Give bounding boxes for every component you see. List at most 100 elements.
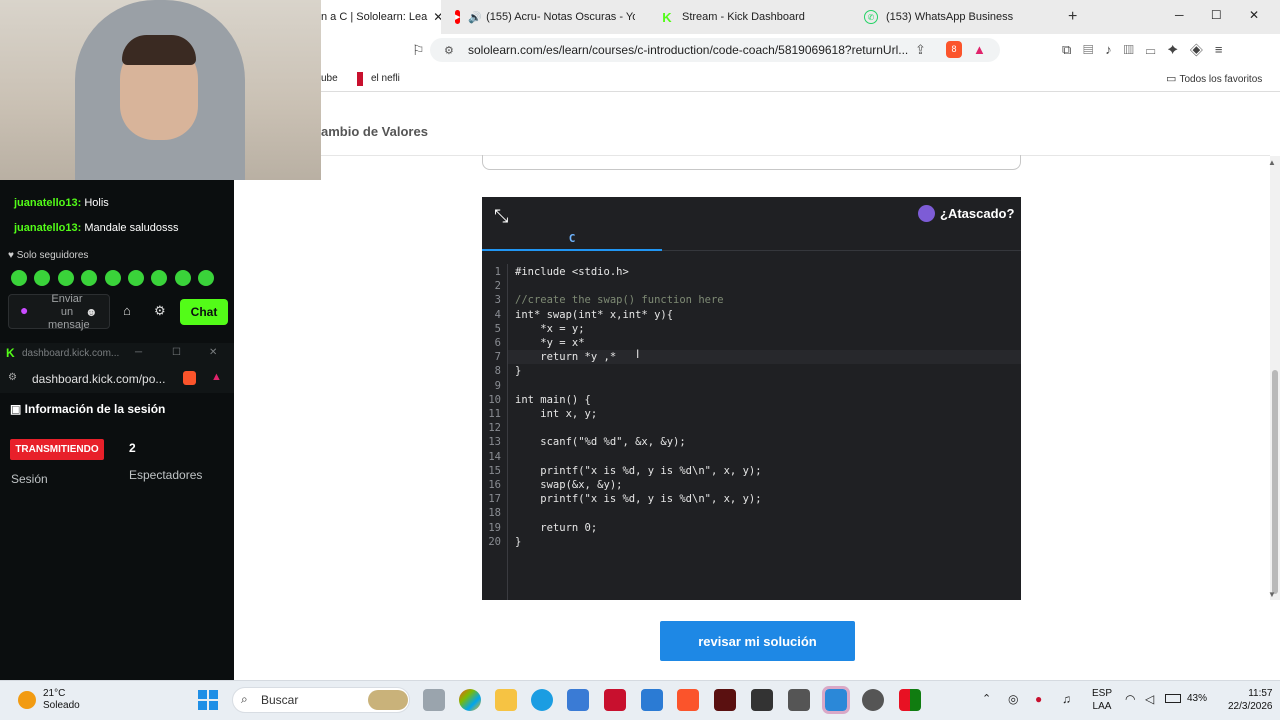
minimize-icon[interactable]: ─ [135, 347, 142, 358]
close-window-icon[interactable]: ✕ [1249, 8, 1259, 22]
brave-shield-icon[interactable]: 8 [946, 41, 962, 58]
chat-username[interactable]: juanatello13: [14, 197, 81, 209]
new-tab-button[interactable]: + [1068, 8, 1077, 26]
code-line[interactable]: swap(&x, &y); [515, 478, 622, 492]
app-icon[interactable] [862, 689, 884, 711]
code-line[interactable]: *x = y; [515, 322, 584, 336]
site-info-icon[interactable]: ⚙ [8, 372, 17, 383]
bookmark-item[interactable]: el nefli [371, 73, 400, 84]
brave-shield-icon[interactable] [183, 371, 196, 385]
menu-icon[interactable]: ≡ [1215, 42, 1235, 57]
microphone-icon[interactable]: ♫ [1062, 692, 1071, 706]
code-line[interactable]: *y = x* [515, 336, 584, 350]
tab-sololearn[interactable]: n a C | Sololearn: Lea ✕ [321, 0, 441, 34]
brave-icon[interactable] [677, 689, 699, 711]
windows-start-icon[interactable] [198, 690, 218, 710]
share-icon[interactable]: ⇪ [915, 42, 926, 58]
code-line[interactable]: printf("x is %d, y is %d\n", x, y); [515, 492, 761, 506]
taskbar-search[interactable]: ⌕ Buscar [232, 687, 410, 713]
stuck-button[interactable]: ¿Atascado? [918, 205, 1014, 222]
emote-icon[interactable] [198, 270, 214, 286]
emote-icon[interactable] [34, 270, 50, 286]
emote-icon[interactable] [81, 270, 97, 286]
code-line[interactable]: return *y ,* [515, 350, 616, 364]
wallet-icon[interactable]: ▭ [1146, 42, 1168, 57]
code-line[interactable]: int x, y; [515, 407, 597, 421]
leo-icon[interactable]: ✦ [1168, 42, 1190, 57]
emote-icon[interactable] [175, 270, 191, 286]
mini-window-address[interactable]: ⚙ dashboard.kick.com/po... ▲ [0, 365, 234, 393]
app-icon[interactable] [822, 686, 850, 714]
panel-icon[interactable]: ▥ [1124, 42, 1146, 57]
copilot-icon[interactable] [459, 689, 481, 711]
app-icon[interactable] [788, 689, 810, 711]
code-line[interactable]: printf("x is %d, y is %d\n", x, y); [515, 464, 761, 478]
edge-icon[interactable] [531, 689, 553, 711]
weather-widget[interactable]: 21°C Soleado [18, 688, 80, 712]
tray-icon[interactable]: ◎ [1008, 692, 1018, 706]
brave-rewards-icon[interactable]: ▲ [211, 371, 222, 383]
code-line[interactable]: scanf("%d %d", &x, &y); [515, 435, 685, 449]
close-icon[interactable]: ✕ [209, 347, 217, 358]
mcafee-icon[interactable] [604, 689, 626, 711]
vpn-icon[interactable]: ◈ [1190, 42, 1215, 57]
store-icon[interactable] [567, 689, 589, 711]
emote-icon[interactable] [128, 270, 144, 286]
scroll-up-icon[interactable]: ▲ [1268, 158, 1276, 167]
page-scrollbar[interactable] [1270, 156, 1280, 600]
system-clock[interactable]: 11:57 22/3/2026 [1228, 687, 1273, 713]
expand-icon[interactable]: ⤡ [494, 206, 514, 226]
gear-icon[interactable]: ⚙ [154, 303, 166, 319]
code-line[interactable]: return 0; [515, 521, 597, 535]
scroll-down-icon[interactable]: ▼ [1268, 590, 1276, 599]
task-view-icon[interactable] [423, 689, 445, 711]
microphone-icon[interactable]: ● [20, 302, 34, 318]
wifi-icon[interactable]: ◠ [1125, 692, 1135, 706]
app-icon[interactable] [714, 689, 736, 711]
weather-condition: Soleado [43, 700, 80, 711]
chat-username[interactable]: juanatello13: [14, 222, 81, 234]
site-info-icon[interactable]: ⚙ [444, 44, 454, 57]
scrollbar-thumb[interactable] [1272, 370, 1278, 594]
store-icon[interactable]: ⌂ [123, 303, 131, 318]
bookmark-icon[interactable]: ⚐ [412, 42, 425, 59]
emote-icon[interactable] [58, 270, 74, 286]
speaker-icon[interactable]: ◁ [1145, 692, 1154, 706]
emote-icon[interactable] [151, 270, 167, 286]
chevron-up-icon[interactable]: ⌃ [982, 692, 991, 705]
battery-icon[interactable] [1165, 694, 1181, 703]
bookmark-item[interactable]: ube [321, 73, 338, 84]
code-line[interactable]: int main() { [515, 393, 591, 407]
tab-language[interactable]: C [482, 229, 662, 251]
all-bookmarks[interactable]: ▭ Todos los favoritos [1166, 72, 1262, 85]
file-explorer-icon[interactable] [495, 689, 517, 711]
tab-youtube[interactable]: ▶ 🔊 (155) Acru- Notas Oscuras - YouT [455, 0, 635, 34]
maximize-icon[interactable]: ☐ [1211, 8, 1222, 22]
submit-solution-button[interactable]: revisar mi solución [660, 621, 855, 661]
brave-rewards-icon[interactable]: ▲ [973, 42, 986, 57]
maximize-icon[interactable]: ☐ [172, 347, 181, 358]
code-line[interactable]: int* swap(int* x,int* y){ [515, 308, 673, 322]
minimize-icon[interactable]: ─ [1175, 8, 1184, 22]
app-icon[interactable] [751, 689, 773, 711]
sidebar-icon[interactable]: ▤ [1083, 42, 1105, 57]
vscode-icon[interactable] [641, 689, 663, 711]
emote-icon[interactable] [11, 270, 27, 286]
code-line[interactable]: } [515, 364, 521, 378]
extensions-icon[interactable]: ⧉ [1062, 42, 1083, 57]
language-indicator[interactable]: ESP LAA [1092, 687, 1112, 713]
close-tab-icon[interactable]: ✕ [433, 10, 441, 24]
app-icon[interactable] [899, 689, 921, 711]
tab-whatsapp[interactable]: ✆ (153) WhatsApp Business [864, 0, 1044, 34]
emote-icon[interactable] [105, 270, 121, 286]
emoji-icon[interactable]: ☻ [85, 305, 98, 319]
broadcast-icon: ▣ [10, 402, 25, 416]
tab-kick[interactable]: K Stream - Kick Dashboard [660, 0, 840, 34]
code-line[interactable]: #include <stdio.h> [515, 265, 629, 279]
chat-send-button[interactable]: Chat [180, 299, 228, 325]
tray-icon[interactable]: ● [1035, 692, 1042, 706]
code-line[interactable]: } [515, 535, 521, 549]
webcam-hair [122, 35, 196, 65]
media-icon[interactable]: ♪ [1105, 42, 1124, 57]
code-line[interactable]: //create the swap() function here [515, 293, 724, 307]
